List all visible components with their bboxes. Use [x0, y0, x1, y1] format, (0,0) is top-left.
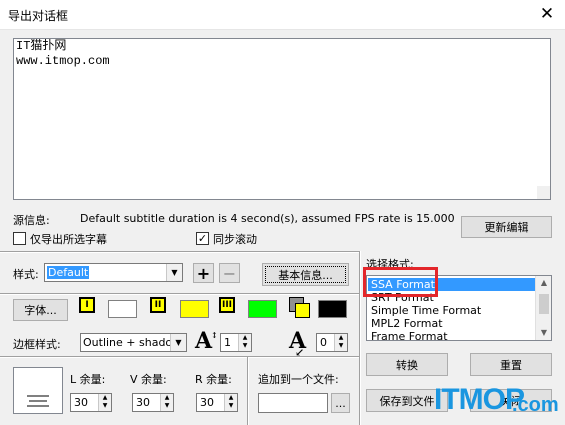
v-margin-spinner[interactable]: 30 ▲ ▼	[132, 393, 174, 412]
outline-color-icon: III	[219, 297, 235, 313]
separator	[359, 251, 361, 425]
primary-color-swatch[interactable]	[108, 300, 137, 318]
export-selected-checkbox[interactable]	[13, 232, 26, 245]
scroll-thumb[interactable]	[539, 294, 549, 314]
watermark-tld: .com	[512, 394, 559, 416]
spin-arrows-icon: ▲ ▼	[160, 394, 173, 411]
shadow-size-spinner[interactable]: 0 ▲ ▼	[316, 333, 348, 352]
style-value: Default	[47, 266, 90, 279]
spin-arrows-icon: ▲ ▼	[98, 394, 111, 411]
outline-size-spinner[interactable]: 1 ▲ ▼	[220, 333, 252, 352]
shadow-size-icon: A ↙	[289, 328, 307, 359]
export-selected-label: 仅导出所选字幕	[30, 233, 107, 246]
separator	[0, 356, 359, 358]
plus-icon: +	[196, 263, 211, 283]
reset-button[interactable]: 重置	[470, 353, 552, 376]
spin-arrows-icon: ▲ ▼	[238, 334, 251, 351]
outline-size-value: 1	[224, 336, 231, 349]
source-info-text: Default subtitle duration is 4 second(s)…	[80, 212, 455, 225]
convert-button[interactable]: 转换	[366, 353, 448, 376]
text-line: IT猫扑网	[16, 39, 67, 53]
shadow-color-icon	[289, 297, 311, 319]
secondary-color-swatch[interactable]	[180, 300, 209, 318]
style-label: 样式:	[13, 268, 39, 281]
spin-arrows-icon: ▲ ▼	[334, 334, 347, 351]
border-style-dropdown[interactable]: Outline + shadow ▼	[80, 333, 187, 352]
align-line	[29, 400, 47, 402]
sync-scroll-checkbox[interactable]: ✓	[196, 232, 209, 245]
check-icon: ✓	[197, 232, 208, 245]
format-item[interactable]: Simple Time Format	[368, 304, 536, 317]
source-info-label: 源信息:	[13, 214, 50, 227]
remove-style-button[interactable]: −	[219, 263, 240, 283]
title-bar: 导出对话框 ✕	[0, 0, 565, 30]
alignment-preview[interactable]	[13, 367, 63, 414]
border-style-value: Outline + shadow	[83, 336, 182, 349]
chevron-down-icon: ▼	[166, 264, 182, 281]
sync-scroll-label: 同步滚动	[213, 233, 257, 246]
border-style-label: 边框样式:	[13, 338, 61, 351]
chevron-down-icon[interactable]: ▼	[536, 326, 551, 340]
subtitle-text-area[interactable]: IT猫扑网 www.itmop.com	[13, 38, 551, 200]
minus-icon: −	[222, 263, 237, 283]
basic-info-button[interactable]: 基本信息...	[262, 263, 349, 286]
shadow-color-swatch[interactable]	[318, 300, 347, 318]
align-line	[27, 395, 49, 397]
watermark-logo: ITMOP	[434, 383, 525, 416]
l-margin-spinner[interactable]: 30 ▲ ▼	[70, 393, 112, 412]
v-margin-label: V 余量:	[130, 373, 167, 386]
font-button[interactable]: 字体...	[13, 299, 68, 321]
format-item[interactable]: Frame Format	[368, 330, 536, 340]
add-style-button[interactable]: +	[193, 263, 214, 283]
append-file-input[interactable]	[258, 393, 328, 413]
style-dropdown[interactable]: Default ▼	[44, 263, 183, 282]
primary-color-icon: I	[79, 297, 95, 313]
close-icon[interactable]: ✕	[535, 3, 559, 25]
chevron-up-icon[interactable]: ▲	[536, 276, 551, 290]
outline-color-swatch[interactable]	[248, 300, 277, 318]
separator	[247, 357, 249, 425]
separator	[0, 251, 359, 253]
spin-arrows-icon: ▲ ▼	[224, 394, 237, 411]
outline-size-icon: A ↕	[195, 328, 218, 354]
append-file-label: 追加到一个文件:	[258, 373, 339, 386]
secondary-color-icon: II	[150, 297, 166, 313]
l-margin-label: L 余量:	[70, 373, 106, 386]
text-line: www.itmop.com	[16, 54, 110, 68]
chevron-down-icon: ▼	[170, 334, 186, 351]
browse-button[interactable]: ...	[331, 393, 350, 413]
separator	[0, 293, 359, 295]
shadow-size-value: 0	[320, 336, 327, 349]
r-margin-spinner[interactable]: 30 ▲ ▼	[196, 393, 238, 412]
highlight-box	[363, 267, 438, 297]
format-list-scrollbar[interactable]: ▲ ▼	[535, 276, 551, 340]
align-line	[27, 405, 49, 407]
window-title: 导出对话框	[8, 9, 69, 23]
update-edit-button[interactable]: 更新编辑	[461, 216, 552, 238]
r-margin-label: R 余量:	[195, 373, 232, 386]
scroll-corner	[537, 186, 550, 199]
format-item[interactable]: MPL2 Format	[368, 317, 536, 330]
